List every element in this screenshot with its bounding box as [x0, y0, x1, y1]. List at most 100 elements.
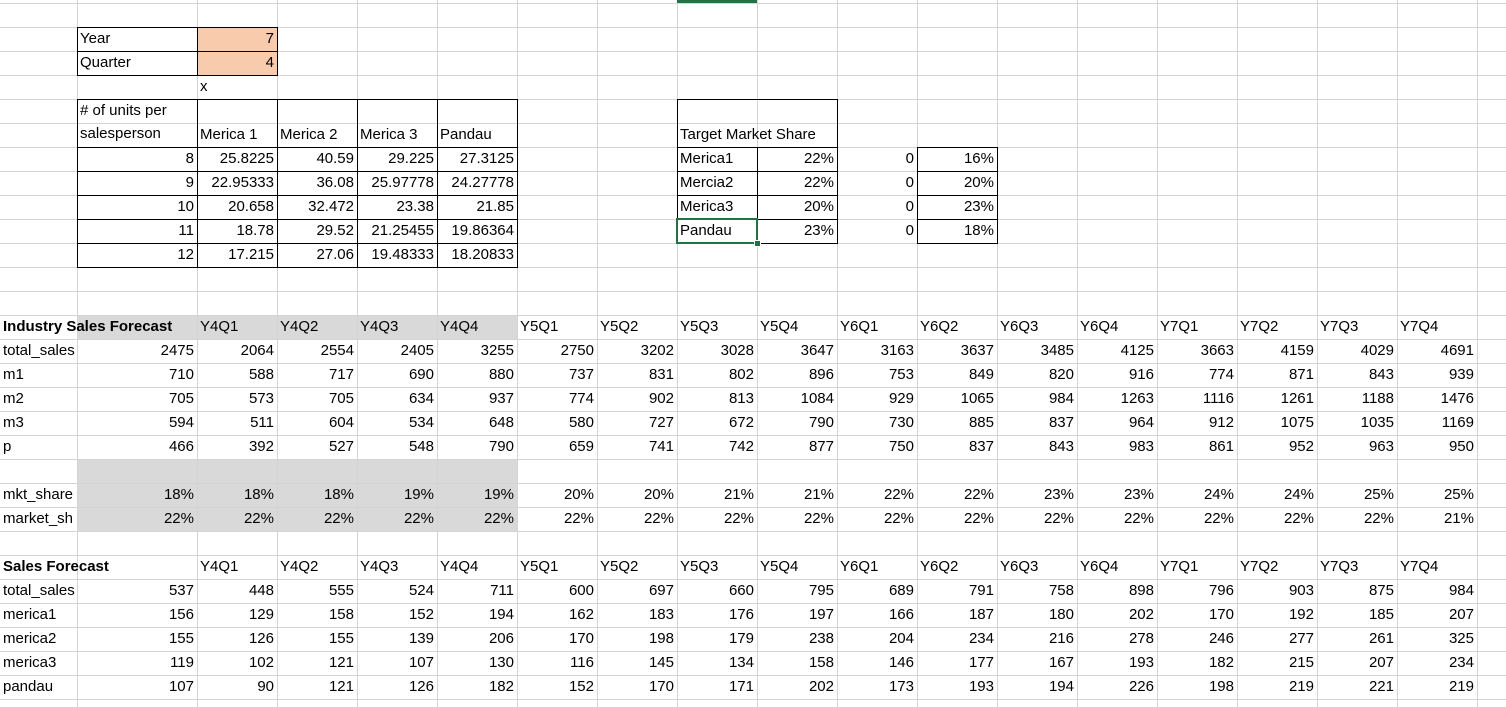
industry-value[interactable]: 573 [197, 387, 277, 411]
industry-value[interactable]: 774 [1157, 363, 1237, 387]
target-share-zero[interactable]: 0 [837, 195, 917, 219]
industry-value[interactable]: 939 [1397, 363, 1477, 387]
sales-value[interactable]: 126 [357, 675, 437, 699]
industry-column-header[interactable]: Y4Q1 [197, 315, 277, 339]
sales-value[interactable]: 875 [1317, 579, 1397, 603]
selected-cell[interactable] [676, 218, 758, 244]
industry-value[interactable]: 466 [77, 435, 197, 459]
industry-value[interactable]: 2475 [77, 339, 197, 363]
target-share-name[interactable]: Mercia2 [677, 171, 757, 195]
target-share-actual[interactable]: 18% [917, 219, 997, 243]
sales-value[interactable]: 107 [77, 675, 197, 699]
sales-row-label[interactable]: merica3 [0, 651, 77, 675]
share-value[interactable]: 22% [677, 507, 757, 531]
units-value[interactable]: 22.95333 [197, 171, 277, 195]
sales-value[interactable]: 152 [357, 603, 437, 627]
sales-value[interactable]: 139 [357, 627, 437, 651]
sales-value[interactable]: 187 [917, 603, 997, 627]
sales-value[interactable]: 179 [677, 627, 757, 651]
sales-value[interactable]: 176 [677, 603, 757, 627]
sales-value[interactable]: 158 [277, 603, 357, 627]
industry-value[interactable]: 880 [437, 363, 517, 387]
industry-column-header[interactable]: Y5Q1 [517, 315, 597, 339]
share-value[interactable]: 19% [437, 483, 517, 507]
share-row-label[interactable]: market_sh [0, 507, 77, 531]
sales-value[interactable]: 689 [837, 579, 917, 603]
sales-value[interactable]: 167 [997, 651, 1077, 675]
sales-value[interactable]: 234 [1397, 651, 1477, 675]
sales-value[interactable]: 119 [77, 651, 197, 675]
units-value[interactable]: 40.59 [277, 147, 357, 171]
sales-value[interactable]: 145 [597, 651, 677, 675]
sales-value[interactable]: 219 [1237, 675, 1317, 699]
industry-column-header[interactable]: Y7Q2 [1237, 315, 1317, 339]
sales-value[interactable]: 170 [1157, 603, 1237, 627]
industry-value[interactable]: 1116 [1157, 387, 1237, 411]
target-share-value[interactable]: 20% [757, 195, 837, 219]
share-value[interactable]: 24% [1157, 483, 1237, 507]
target-share-value[interactable]: 23% [757, 219, 837, 243]
industry-value[interactable]: 902 [597, 387, 677, 411]
sales-value[interactable]: 155 [277, 627, 357, 651]
share-value[interactable]: 22% [1317, 507, 1397, 531]
sales-value[interactable]: 173 [837, 675, 917, 699]
sales-value[interactable]: 660 [677, 579, 757, 603]
industry-value[interactable]: 4159 [1237, 339, 1317, 363]
target-share-name[interactable]: Merica3 [677, 195, 757, 219]
share-value[interactable]: 22% [77, 507, 197, 531]
share-value[interactable]: 18% [277, 483, 357, 507]
quarter-input[interactable]: 4 [197, 51, 277, 75]
industry-value[interactable]: 843 [1317, 363, 1397, 387]
target-share-value[interactable]: 22% [757, 171, 837, 195]
sales-row-label[interactable]: total_sales [0, 579, 77, 603]
industry-value[interactable]: 742 [677, 435, 757, 459]
units-value[interactable]: 25.8225 [197, 147, 277, 171]
units-row-count[interactable]: 12 [77, 243, 197, 267]
sales-value[interactable]: 555 [277, 579, 357, 603]
sales-column-header[interactable]: Y5Q3 [677, 555, 757, 579]
sales-value[interactable]: 134 [677, 651, 757, 675]
sales-value[interactable]: 129 [197, 603, 277, 627]
share-value[interactable]: 20% [597, 483, 677, 507]
sales-value[interactable]: 90 [197, 675, 277, 699]
industry-value[interactable]: 588 [197, 363, 277, 387]
sales-column-header[interactable]: Y4Q1 [197, 555, 277, 579]
sales-column-header[interactable]: Y6Q3 [997, 555, 1077, 579]
sales-value[interactable]: 206 [437, 627, 517, 651]
sales-value[interactable]: 107 [357, 651, 437, 675]
units-row-count[interactable]: 11 [77, 219, 197, 243]
units-value[interactable]: 24.27778 [437, 171, 517, 195]
industry-row-label[interactable]: m1 [0, 363, 77, 387]
industry-value[interactable]: 885 [917, 411, 997, 435]
industry-value[interactable]: 659 [517, 435, 597, 459]
sales-row-label[interactable]: pandau [0, 675, 77, 699]
industry-value[interactable]: 511 [197, 411, 277, 435]
sales-column-header[interactable]: Y5Q1 [517, 555, 597, 579]
sales-value[interactable]: 984 [1397, 579, 1477, 603]
industry-value[interactable]: 2554 [277, 339, 357, 363]
industry-value[interactable]: 861 [1157, 435, 1237, 459]
industry-value[interactable]: 1261 [1237, 387, 1317, 411]
industry-value[interactable]: 813 [677, 387, 757, 411]
industry-value[interactable]: 705 [77, 387, 197, 411]
units-value[interactable]: 20.658 [197, 195, 277, 219]
sales-column-header[interactable]: Y7Q4 [1397, 555, 1477, 579]
share-value[interactable]: 20% [517, 483, 597, 507]
share-row-label[interactable]: mkt_share [0, 483, 77, 507]
sales-value[interactable]: 600 [517, 579, 597, 603]
sales-value[interactable]: 121 [277, 651, 357, 675]
target-share-actual[interactable]: 16% [917, 147, 997, 171]
sales-value[interactable]: 182 [1157, 651, 1237, 675]
sales-value[interactable]: 791 [917, 579, 997, 603]
share-value[interactable]: 18% [77, 483, 197, 507]
industry-value[interactable]: 1188 [1317, 387, 1397, 411]
sales-value[interactable]: 537 [77, 579, 197, 603]
industry-value[interactable]: 871 [1237, 363, 1317, 387]
industry-value[interactable]: 1476 [1397, 387, 1477, 411]
sales-column-header[interactable]: Y4Q4 [437, 555, 517, 579]
sales-value[interactable]: 166 [837, 603, 917, 627]
units-value[interactable]: 36.08 [277, 171, 357, 195]
sales-value[interactable]: 194 [437, 603, 517, 627]
industry-value[interactable]: 672 [677, 411, 757, 435]
sales-value[interactable]: 198 [597, 627, 677, 651]
